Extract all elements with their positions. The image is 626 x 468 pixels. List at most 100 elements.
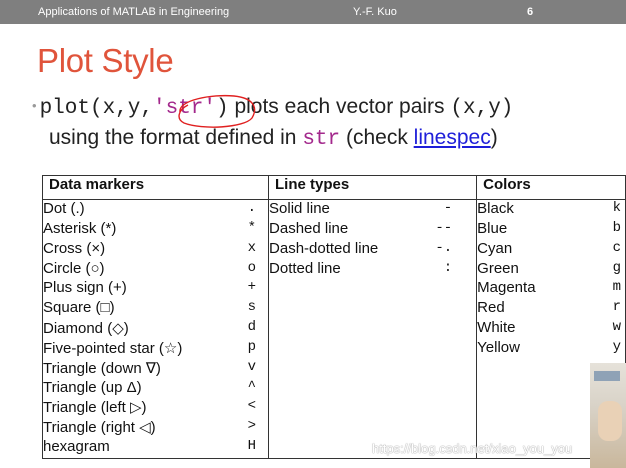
table-row: White w bbox=[477, 319, 625, 339]
color-symbol: g bbox=[612, 259, 621, 276]
header-line-types: Line types bbox=[268, 175, 478, 200]
marker-symbol: v bbox=[247, 358, 257, 375]
table-header-row: Data markers Line types Colors bbox=[41, 175, 626, 200]
table-row: Circle (○) o bbox=[43, 260, 268, 280]
bullet-dot-icon: • bbox=[32, 98, 37, 113]
table-row: Green g bbox=[477, 260, 625, 280]
linespec-link[interactable]: linespec bbox=[414, 126, 491, 149]
table-row: Five-pointed star (☆) p bbox=[43, 339, 268, 359]
marker-symbol: d bbox=[247, 319, 257, 336]
bullet-text-close: ) bbox=[490, 126, 498, 149]
table-row: hexagram H bbox=[43, 438, 268, 458]
marker-label: Circle (○) bbox=[43, 259, 105, 277]
line-type-symbol: : bbox=[443, 259, 453, 276]
bullet-text-plots: plots each vector pairs bbox=[228, 95, 451, 118]
color-label: White bbox=[477, 319, 516, 337]
table-row: Diamond (◇) d bbox=[43, 319, 268, 339]
table-row: Black k bbox=[477, 200, 625, 220]
color-label: Red bbox=[477, 299, 505, 317]
color-symbol: w bbox=[612, 319, 621, 336]
presenter-video-thumbnail bbox=[590, 363, 626, 468]
table-row: Triangle (down ∇) v bbox=[43, 359, 268, 379]
code-close-paren: ) bbox=[216, 97, 229, 120]
color-symbol: b bbox=[612, 219, 621, 236]
bullet-line-2: using the format defined in str (check l… bbox=[32, 123, 607, 154]
table-row: Solid line - bbox=[269, 200, 476, 220]
table-row: Square (□) s bbox=[43, 299, 268, 319]
marker-label: Asterisk (*) bbox=[43, 219, 117, 237]
marker-label: Cross (×) bbox=[43, 239, 106, 257]
table-row: Dotted line: bbox=[269, 260, 476, 280]
table-row: Blue b bbox=[477, 220, 625, 240]
marker-symbol: . bbox=[247, 200, 257, 216]
color-label: Black bbox=[477, 200, 514, 217]
presenter-face bbox=[598, 401, 622, 441]
slide-header: Applications of MATLAB in Engineering Y.… bbox=[0, 0, 626, 24]
code-xy: (x,y) bbox=[450, 97, 514, 120]
marker-label: hexagram bbox=[43, 438, 110, 456]
header-data-markers: Data markers bbox=[41, 175, 270, 200]
header-colors: Colors bbox=[476, 175, 626, 200]
table-row: Asterisk (*) * bbox=[43, 220, 268, 240]
color-label: Yellow bbox=[477, 338, 520, 356]
color-symbol: y bbox=[612, 338, 621, 355]
line-type-label: Dashed line bbox=[269, 219, 349, 237]
color-label: Green bbox=[477, 259, 519, 277]
marker-label: Dot (.) bbox=[43, 200, 85, 217]
marker-symbol: H bbox=[247, 438, 257, 455]
bullet-text-check: (check bbox=[340, 126, 414, 149]
thumbnail-window-icon bbox=[594, 371, 620, 381]
code-str-var: str bbox=[302, 128, 341, 151]
color-label: Blue bbox=[477, 219, 508, 237]
marker-label: Triangle (up Δ) bbox=[43, 378, 142, 396]
slide-title: Plot Style bbox=[37, 42, 174, 79]
table-body-row: Dot (.). Asterisk (*) * Cross (×) x Circle… bbox=[41, 199, 626, 459]
marker-symbol: o bbox=[247, 259, 257, 276]
marker-symbol: x bbox=[247, 239, 257, 256]
color-symbol: r bbox=[612, 299, 621, 316]
line-type-label: Solid line bbox=[269, 200, 330, 217]
marker-symbol: > bbox=[247, 418, 257, 435]
author-name: Y.-F. Kuo bbox=[353, 6, 397, 18]
table-row: Cross (×) x bbox=[43, 240, 268, 260]
table-row: Dash-dotted line -. bbox=[269, 240, 476, 260]
color-symbol: k bbox=[612, 200, 621, 216]
marker-symbol: * bbox=[247, 219, 257, 236]
line-type-label: Dash-dotted line bbox=[269, 239, 379, 257]
marker-label: Five-pointed star (☆) bbox=[43, 339, 183, 357]
linespec-table: Data markers Line types Colors Dot (.). … bbox=[41, 175, 626, 459]
table-row: Yellow y bbox=[477, 339, 625, 359]
bullet-text-using: using the format defined in bbox=[49, 126, 303, 149]
table-row: Red r bbox=[477, 299, 625, 319]
page-number: 6 bbox=[527, 6, 534, 18]
table-row: Triangle (right ◁) > bbox=[43, 418, 268, 438]
table-row: Triangle (up Δ) ^ bbox=[43, 379, 268, 399]
code-plot: plot(x,y, bbox=[39, 97, 153, 120]
table-row: Dashed line -- bbox=[269, 220, 476, 240]
marker-label: Diamond (◇) bbox=[43, 320, 129, 338]
line-type-symbol: - bbox=[443, 200, 453, 216]
marker-label: Triangle (right ◁) bbox=[43, 419, 156, 437]
watermark-text: https://blog.csdn.net/xiao_you_you bbox=[372, 441, 573, 456]
color-symbol: c bbox=[612, 239, 621, 256]
table-row: Triangle (left ▷) < bbox=[43, 398, 268, 418]
marker-label: Triangle (left ▷) bbox=[43, 399, 147, 417]
table-row: Cyan c bbox=[477, 240, 625, 260]
marker-symbol: s bbox=[247, 299, 257, 316]
marker-label: Square (□) bbox=[43, 299, 115, 317]
table-row: Magenta m bbox=[477, 279, 625, 299]
line-type-label: Dotted line bbox=[269, 259, 341, 277]
marker-label: Triangle (down ∇) bbox=[43, 359, 161, 377]
marker-label: Plus sign (+) bbox=[43, 279, 127, 297]
table-row: Dot (.). bbox=[43, 200, 268, 220]
marker-symbol: p bbox=[247, 338, 257, 355]
bullet-point: • plot(x,y,'str') plots each vector pairs… bbox=[32, 92, 607, 154]
marker-symbol: + bbox=[247, 279, 257, 296]
marker-symbol: ^ bbox=[247, 378, 257, 395]
line-type-symbol: -. bbox=[435, 239, 453, 256]
color-symbol: m bbox=[612, 279, 621, 296]
course-name: Applications of MATLAB in Engineering bbox=[38, 6, 230, 18]
line-types-column: Solid line - Dashed line -- Dash-dotted li… bbox=[268, 199, 478, 459]
line-type-symbol: -- bbox=[435, 219, 453, 236]
code-str-literal: 'str' bbox=[152, 97, 216, 120]
